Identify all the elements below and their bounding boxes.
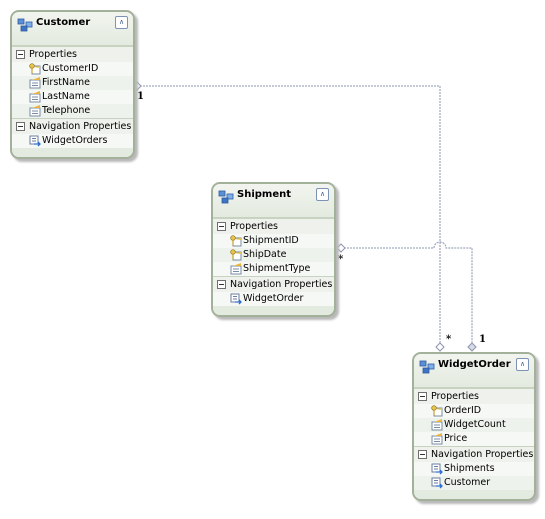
multiplicity-shipment-end: *: [338, 254, 344, 265]
multiplicity-customer-end: 1: [137, 91, 144, 102]
collapse-section-icon[interactable]: [217, 280, 226, 289]
navigation-property-icon: [431, 463, 443, 475]
property-icon: [431, 433, 443, 445]
navigation-property-icon: [29, 135, 41, 147]
collapse-section-icon[interactable]: [418, 392, 427, 401]
section-label: Navigation Properties: [431, 449, 534, 460]
entity-header[interactable]: Customer ∧: [12, 12, 133, 46]
property-icon: [29, 105, 41, 117]
property-row[interactable]: ShipmentID: [213, 234, 334, 248]
navigation-property-row[interactable]: Shipments: [414, 462, 534, 476]
property-icon: [431, 419, 443, 431]
section-label: Properties: [29, 49, 78, 60]
navigation-property-icon: [431, 477, 443, 489]
property-name: ShipmentID: [243, 235, 299, 246]
property-name: LastName: [42, 91, 90, 102]
property-icon: [29, 91, 41, 103]
navigation-property-row[interactable]: WidgetOrders: [12, 134, 133, 148]
navigation-property-name: Shipments: [444, 463, 495, 474]
section-label: Properties: [230, 221, 279, 232]
property-name: Telephone: [42, 105, 91, 116]
property-row[interactable]: CustomerID: [12, 62, 133, 76]
properties-section-header[interactable]: Properties: [12, 46, 133, 62]
connector-end-diamond: [467, 342, 477, 352]
property-name: WidgetCount: [444, 419, 506, 430]
properties-section-header[interactable]: Properties: [213, 218, 334, 234]
navigation-property-name: Customer: [444, 477, 491, 488]
entity-header[interactable]: WidgetOrder ∧: [414, 354, 534, 388]
navigation-property-row[interactable]: Customer: [414, 476, 534, 490]
property-name: ShipmentType: [243, 263, 311, 274]
key-property-icon: [230, 249, 242, 261]
property-row[interactable]: FirstName: [12, 76, 133, 90]
navigation-section-header[interactable]: Navigation Properties: [213, 276, 334, 292]
property-row[interactable]: ShipmentType: [213, 262, 334, 276]
connector-end-diamond: [336, 243, 346, 253]
collapse-section-icon[interactable]: [217, 222, 226, 231]
property-name: OrderID: [444, 405, 482, 416]
property-name: FirstName: [42, 77, 91, 88]
entity-header[interactable]: Shipment ∧: [213, 184, 334, 218]
collapse-section-icon[interactable]: [16, 50, 25, 59]
property-row[interactable]: OrderID: [414, 404, 534, 418]
collapse-entity-button[interactable]: ∧: [516, 358, 529, 371]
property-row[interactable]: Price: [414, 432, 534, 446]
entity-type-icon: [17, 18, 33, 32]
section-label: Navigation Properties: [29, 121, 132, 132]
property-row[interactable]: Telephone: [12, 104, 133, 118]
navigation-property-name: WidgetOrders: [42, 135, 108, 146]
key-property-icon: [230, 235, 242, 247]
entity-customer[interactable]: Customer ∧ Properties CustomerID FirstNa…: [10, 10, 135, 159]
entity-title: WidgetOrder: [438, 359, 511, 370]
entity-type-icon: [419, 360, 435, 374]
key-property-icon: [29, 63, 41, 75]
property-icon: [29, 77, 41, 89]
navigation-property-row[interactable]: WidgetOrder: [213, 292, 334, 306]
section-label: Navigation Properties: [230, 279, 333, 290]
navigation-property-name: WidgetOrder: [243, 293, 304, 304]
property-row[interactable]: LastName: [12, 90, 133, 104]
property-icon: [230, 263, 242, 275]
navigation-section-header[interactable]: Navigation Properties: [414, 446, 534, 462]
navigation-section-header[interactable]: Navigation Properties: [12, 118, 133, 134]
navigation-property-icon: [230, 293, 242, 305]
collapse-section-icon[interactable]: [16, 122, 25, 131]
connector-end-diamond: [435, 342, 445, 352]
entity-widgetorder[interactable]: WidgetOrder ∧ Properties OrderID WidgetC…: [412, 352, 536, 501]
multiplicity-widgetorder-customer-end: *: [446, 334, 452, 345]
entity-shipment[interactable]: Shipment ∧ Properties ShipmentID ShipDat…: [211, 182, 336, 317]
entity-type-icon: [218, 190, 234, 204]
property-name: Price: [444, 433, 468, 444]
association-line-shipment-widgetorder[interactable]: [341, 241, 473, 343]
section-label: Properties: [431, 391, 480, 402]
properties-section-header[interactable]: Properties: [414, 388, 534, 404]
collapse-entity-button[interactable]: ∧: [316, 188, 329, 201]
collapse-entity-button[interactable]: ∧: [115, 16, 128, 29]
multiplicity-widgetorder-shipment-end: 1: [479, 334, 486, 345]
property-name: CustomerID: [42, 63, 99, 74]
property-row[interactable]: WidgetCount: [414, 418, 534, 432]
collapse-section-icon[interactable]: [418, 450, 427, 459]
entity-title: Shipment: [237, 189, 292, 200]
property-row[interactable]: ShipDate: [213, 248, 334, 262]
key-property-icon: [431, 405, 443, 417]
entity-title: Customer: [36, 17, 91, 28]
property-name: ShipDate: [243, 249, 287, 260]
